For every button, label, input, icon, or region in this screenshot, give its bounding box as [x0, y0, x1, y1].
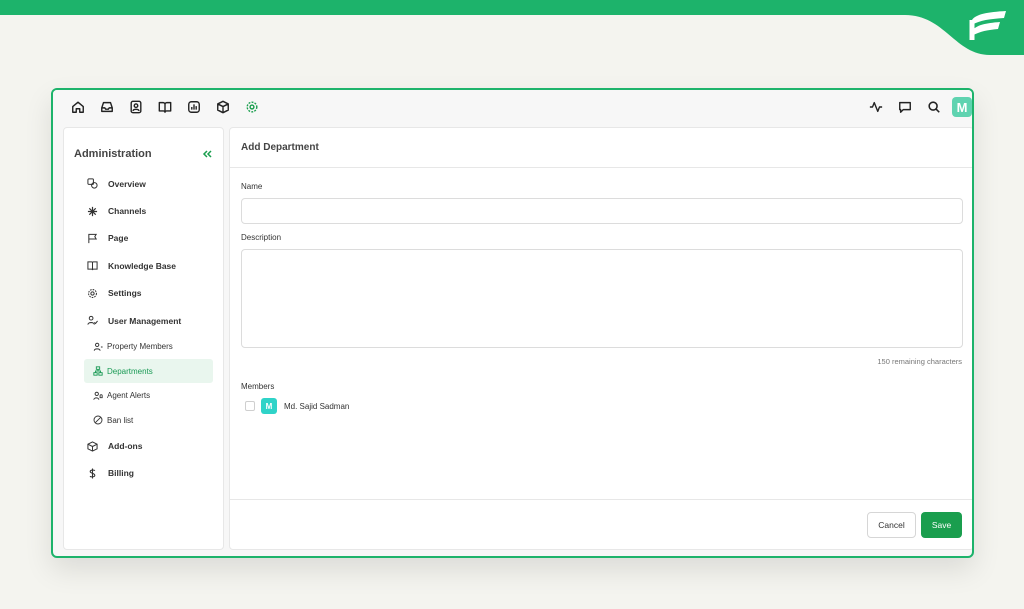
contacts-icon[interactable] — [121, 90, 150, 124]
brand-logo — [969, 11, 1006, 40]
activity-icon[interactable] — [861, 90, 890, 124]
top-banner — [0, 0, 1024, 55]
top-toolbar: M — [53, 90, 972, 124]
sidebar-item-overview[interactable]: Overview — [64, 170, 223, 197]
sidebar-title: Administration — [74, 148, 152, 160]
topbar-right: M — [861, 90, 972, 124]
box-icon — [87, 440, 98, 452]
sidebar-item-label: Settings — [108, 288, 142, 299]
sidebar-subitem-label: Ban list — [107, 415, 134, 425]
name-label: Name — [241, 182, 263, 191]
sidebar-item-user-management[interactable]: User Management — [64, 307, 223, 334]
sidebar-subitem-departments[interactable]: Departments — [84, 358, 213, 384]
user-icon — [93, 342, 103, 352]
channels-icon — [87, 206, 98, 217]
double-chevron-left-icon[interactable] — [201, 148, 213, 160]
topbar-left — [63, 90, 266, 124]
page-title: Add Department — [230, 128, 972, 168]
sidebar-item-add-ons[interactable]: Add-ons — [64, 432, 223, 459]
flag-icon — [87, 233, 98, 244]
overview-icon — [87, 178, 98, 189]
inbox-icon[interactable] — [92, 90, 121, 124]
members-label: Members — [241, 382, 275, 391]
member-name: Md. Sajid Sadman — [284, 401, 350, 411]
remaining-characters: 150 remaining characters — [877, 357, 962, 366]
departments-icon — [93, 366, 103, 376]
form-footer: Cancel Save — [230, 499, 972, 549]
sidebar-item-label: Add-ons — [108, 441, 143, 452]
user-management-icon — [87, 315, 98, 326]
sidebar-subitem-label: Agent Alerts — [107, 391, 151, 401]
settings-icon[interactable] — [237, 90, 266, 124]
list-item: M Md. Sajid Sadman — [245, 398, 349, 414]
cancel-button[interactable]: Cancel — [867, 512, 916, 538]
reports-icon[interactable] — [179, 90, 208, 124]
sidebar-item-label: Knowledge Base — [108, 260, 177, 271]
dollar-icon — [87, 468, 98, 479]
admin-sidebar: Administration Overview Channels Page Kn… — [63, 127, 224, 550]
sidebar-subitem-agent-alerts[interactable]: Agent Alerts — [84, 383, 213, 408]
save-button[interactable]: Save — [921, 512, 962, 538]
agent-alerts-icon — [93, 391, 103, 401]
sidebar-item-label: Billing — [108, 468, 134, 479]
sidebar-item-label: User Management — [108, 315, 182, 326]
description-label: Description — [241, 233, 282, 242]
book-icon — [87, 260, 98, 271]
search-icon[interactable] — [919, 90, 948, 124]
add-department-panel: Add Department Name Description 150 rema… — [229, 127, 972, 550]
name-input[interactable] — [241, 198, 963, 224]
sidebar-subitem-property-members[interactable]: Property Members — [84, 334, 213, 359]
sidebar-item-label: Overview — [108, 178, 146, 189]
sidebar-subitem-label: Departments — [107, 366, 153, 376]
sidebar-item-knowledge-base[interactable]: Knowledge Base — [64, 252, 223, 279]
chat-icon[interactable] — [890, 90, 919, 124]
sidebar-nav: Overview Channels Page Knowledge Base Se… — [64, 170, 223, 487]
sidebar-subitem-label: Property Members — [107, 342, 173, 352]
sidebar-subitem-ban-list[interactable]: Ban list — [84, 408, 213, 433]
user-avatar[interactable]: M — [952, 97, 972, 117]
member-checkbox[interactable] — [245, 401, 255, 411]
settings-icon — [87, 288, 98, 299]
box-icon[interactable] — [208, 90, 237, 124]
ban-icon — [93, 415, 103, 425]
home-icon[interactable] — [63, 90, 92, 124]
sidebar-item-billing[interactable]: Billing — [64, 460, 223, 487]
sidebar-item-settings[interactable]: Settings — [64, 280, 223, 307]
sidebar-item-page[interactable]: Page — [64, 225, 223, 252]
book-icon[interactable] — [150, 90, 179, 124]
sidebar-item-label: Page — [108, 233, 129, 244]
sidebar-item-channels[interactable]: Channels — [64, 197, 223, 224]
sidebar-header: Administration — [64, 128, 223, 166]
sidebar-item-label: Channels — [108, 206, 147, 217]
avatar: M — [261, 398, 277, 414]
description-textarea[interactable] — [241, 249, 963, 348]
app-window: M Administration Overview Channels Page — [51, 88, 974, 558]
